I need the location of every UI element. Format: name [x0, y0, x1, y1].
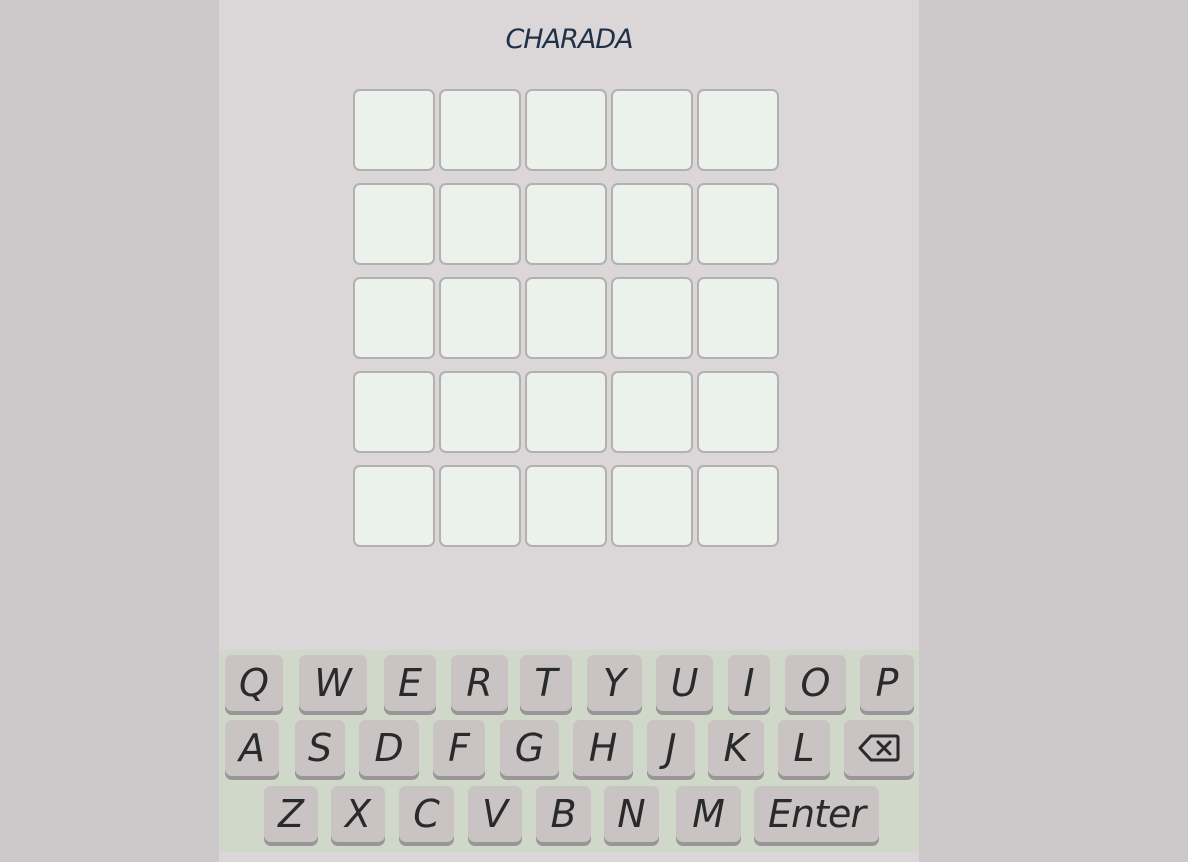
board-tile: [611, 465, 693, 547]
board-tile: [611, 89, 693, 171]
board-tile: [439, 183, 521, 265]
board-tile: [353, 89, 435, 171]
board-tile: [697, 277, 779, 359]
board-tile: [697, 465, 779, 547]
board-tile: [439, 371, 521, 453]
key-d[interactable]: D: [359, 720, 419, 776]
backspace-key[interactable]: [844, 720, 914, 776]
key-v[interactable]: V: [468, 786, 522, 842]
key-g[interactable]: G: [500, 720, 559, 776]
game-board: [353, 89, 779, 547]
board-tile: [697, 371, 779, 453]
game-title: CHARADA: [505, 24, 633, 55]
board-tile: [353, 465, 435, 547]
board-tile: [697, 183, 779, 265]
board-tile: [611, 183, 693, 265]
key-l[interactable]: L: [778, 720, 830, 776]
board-tile: [439, 277, 521, 359]
key-i[interactable]: I: [728, 655, 770, 711]
backspace-icon: [858, 733, 900, 763]
key-k[interactable]: K: [708, 720, 764, 776]
key-c[interactable]: C: [399, 786, 454, 842]
key-j[interactable]: J: [647, 720, 695, 776]
key-a[interactable]: A: [225, 720, 279, 776]
key-z[interactable]: Z: [264, 786, 318, 842]
board-tile: [353, 371, 435, 453]
key-m[interactable]: M: [676, 786, 741, 842]
key-r[interactable]: R: [451, 655, 508, 711]
key-t[interactable]: T: [520, 655, 572, 711]
key-f[interactable]: F: [433, 720, 485, 776]
board-tile: [525, 465, 607, 547]
board-tile: [439, 89, 521, 171]
board-tile: [525, 371, 607, 453]
key-u[interactable]: U: [656, 655, 713, 711]
key-b[interactable]: B: [536, 786, 591, 842]
key-h[interactable]: H: [573, 720, 633, 776]
key-o[interactable]: O: [785, 655, 846, 711]
on-screen-keyboard: Q W E R T Y U I O P A S D F G H J K L Z X C V B N M Enter: [219, 650, 919, 852]
board-tile: [439, 465, 521, 547]
key-p[interactable]: P: [860, 655, 914, 711]
board-tile: [353, 183, 435, 265]
key-w[interactable]: W: [299, 655, 367, 711]
board-tile: [697, 89, 779, 171]
board-tile: [611, 277, 693, 359]
board-tile: [353, 277, 435, 359]
key-y[interactable]: Y: [587, 655, 642, 711]
board-tile: [611, 371, 693, 453]
key-s[interactable]: S: [295, 720, 345, 776]
key-x[interactable]: X: [331, 786, 385, 842]
board-tile: [525, 89, 607, 171]
enter-key[interactable]: Enter: [754, 786, 879, 842]
key-n[interactable]: N: [604, 786, 659, 842]
game-container: CHARADA Q W E R T Y U I O P A S D F G H J K L Z X C V B N M Enter: [219, 0, 919, 862]
board-tile: [525, 277, 607, 359]
board-tile: [525, 183, 607, 265]
key-e[interactable]: E: [384, 655, 436, 711]
key-q[interactable]: Q: [225, 655, 283, 711]
